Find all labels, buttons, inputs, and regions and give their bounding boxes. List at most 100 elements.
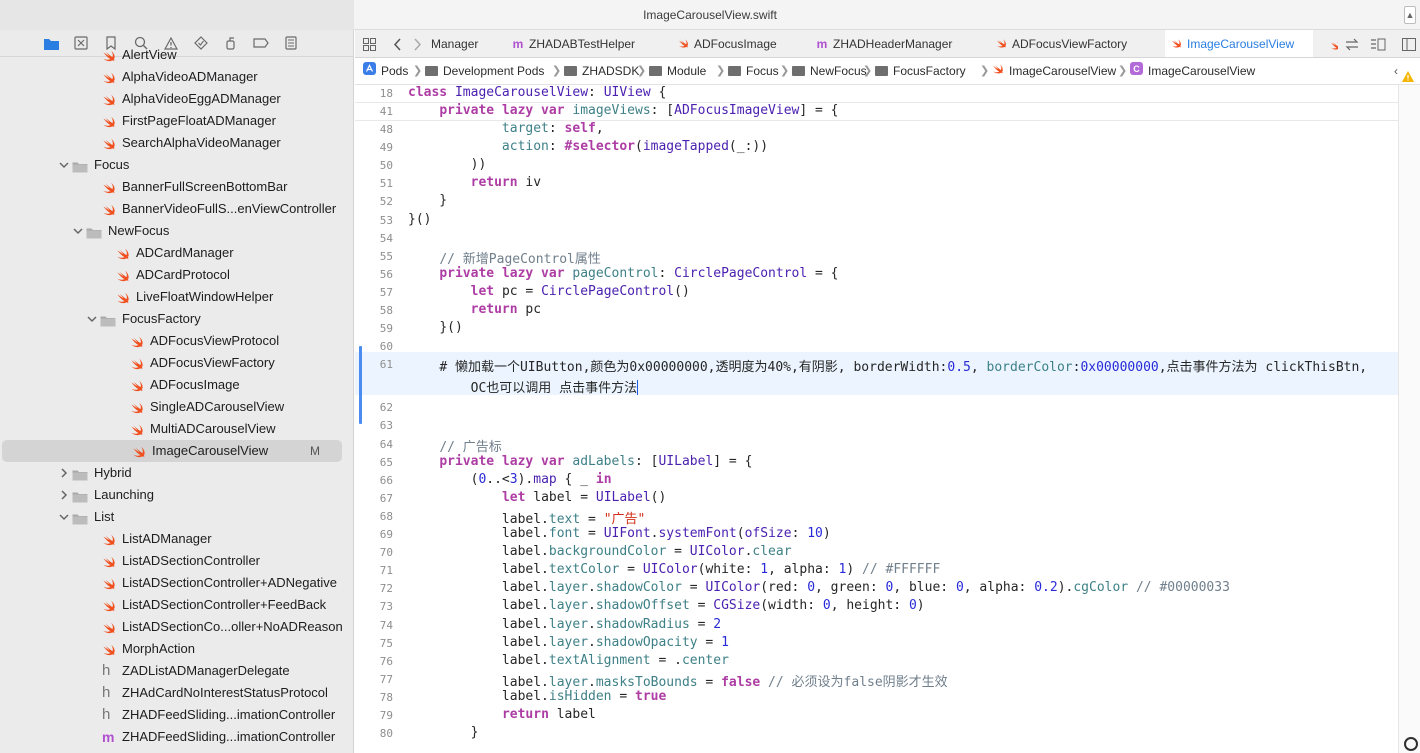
file-tree-row[interactable]: m ZHADFeedSliding...imationController: [0, 726, 353, 748]
back-chevron-icon[interactable]: [388, 35, 406, 53]
file-tree-label: ListADSectionController+ADNegative: [122, 575, 337, 590]
file-tree-row[interactable]: h ZADListADManagerDelegate: [0, 660, 353, 682]
breadcrumb-separator-icon: ❯: [780, 65, 790, 77]
file-tree-row[interactable]: ListADSectionCo...oller+NoADReason: [0, 616, 353, 638]
breadcrumb-item[interactable]: C ImageCarouselView: [1130, 58, 1255, 85]
code-token: label.: [439, 652, 549, 668]
file-tree-row[interactable]: BannerVideoFullS...enViewController: [0, 198, 353, 220]
chevron-right-icon[interactable]: [58, 462, 70, 484]
code-line: label.layer.shadowOffset = CGSize(width:…: [408, 598, 925, 613]
chevron-down-icon[interactable]: [72, 220, 84, 242]
file-tree-label: ADCardManager: [136, 245, 234, 260]
file-tree-row[interactable]: ADFocusViewProtocol: [0, 330, 353, 352]
breadcrumb-item[interactable]: ZHADSDK: [564, 58, 639, 85]
file-tree-row[interactable]: ListADSectionController+FeedBack: [0, 594, 353, 616]
file-tree-row[interactable]: LiveFloatWindowHelper: [0, 286, 353, 308]
editor-tab-label: ADFocusImage: [694, 37, 777, 51]
editor-tab[interactable]: ADFocusImage: [672, 30, 792, 57]
code-line: label.layer.shadowRadius = 2: [408, 617, 721, 632]
line-number: 54: [379, 231, 393, 245]
code-token: (_:)): [728, 139, 769, 155]
file-tree-row[interactable]: AlphaVideoADManager: [0, 66, 353, 88]
breadcrumb-item[interactable]: Focus: [728, 58, 779, 85]
file-tree-row[interactable]: SearchAlphaVideoManager: [0, 132, 353, 154]
file-tree-row[interactable]: Focus: [0, 154, 353, 176]
file-tree-row[interactable]: SingleADCarouselView: [0, 396, 353, 418]
chevron-right-icon[interactable]: [58, 484, 70, 506]
forward-chevron-icon[interactable]: [408, 35, 426, 53]
file-tree-label: FirstPageFloatADManager: [122, 113, 276, 128]
file-tree-row[interactable]: h ZHAdCardNoInterestStatusProtocol: [0, 682, 353, 704]
file-tree-row[interactable]: ImageCarouselView M: [2, 440, 342, 462]
editor-tab[interactable]: m ZHADHeaderManager: [811, 30, 966, 57]
breadcrumb-item[interactable]: NewFocus: [792, 58, 867, 85]
split-editor-icon[interactable]: [1400, 35, 1418, 53]
file-tree-row[interactable]: MultiADCarouselView: [0, 418, 353, 440]
file-tree-row[interactable]: ADFocusImage: [0, 374, 353, 396]
breadcrumb-item[interactable]: Module: [649, 58, 706, 85]
editor-tab[interactable]: m ZHADABTestHelper: [507, 30, 639, 57]
file-tree-row[interactable]: MorphAction: [0, 638, 353, 660]
code-token: CirclePageControl: [674, 265, 808, 281]
class-symbol-icon: C: [1130, 58, 1143, 85]
code-token: 0: [955, 580, 964, 596]
editor-tab-label: Manager: [431, 37, 479, 51]
chevron-down-icon[interactable]: [58, 506, 70, 528]
grid-icon[interactable]: [360, 35, 378, 53]
breadcrumb-item[interactable]: ImageCarouselView: [992, 58, 1116, 85]
partial-tab-swift-icon[interactable]: [1330, 38, 1338, 50]
file-tree-label: SearchAlphaVideoManager: [122, 135, 281, 150]
file-tree-row[interactable]: List: [0, 506, 353, 528]
warning-icon[interactable]: [1402, 65, 1414, 82]
code-token: 0x00000000: [1080, 360, 1159, 376]
file-tree-row[interactable]: ADCardManager: [0, 242, 353, 264]
file-tree-row[interactable]: ADFocusViewFactory: [0, 352, 353, 374]
swift-file-icon: [992, 58, 1004, 85]
line-number: 52: [379, 195, 393, 209]
file-tree-row[interactable]: ADCardProtocol: [0, 264, 353, 286]
code-token: UILabel: [658, 453, 714, 469]
file-tree-row[interactable]: Hybrid: [0, 462, 353, 484]
code-line-wrapped: OC也可以调用 点击事件方法: [408, 377, 639, 396]
file-tree-row[interactable]: ListADSectionController+ADNegative: [0, 572, 353, 594]
scroll-up-icon[interactable]: ▲: [1404, 6, 1416, 24]
breadcrumb-item[interactable]: FocusFactory: [875, 58, 966, 85]
code-token: let: [501, 489, 534, 505]
code-token: ).: [1057, 580, 1074, 596]
file-tree-label: AlphaVideoEggADManager: [122, 91, 281, 106]
file-tree-row[interactable]: AlphaVideoEggADManager: [0, 88, 353, 110]
line-number: 62: [379, 401, 393, 415]
file-tree-row[interactable]: NewFocus: [0, 220, 353, 242]
breadcrumb-item[interactable]: Development Pods: [425, 58, 544, 85]
code-token: =: [681, 580, 706, 596]
line-number: 73: [379, 600, 393, 614]
code-area[interactable]: 18 class ImageCarouselView: UIView {41 pr…: [355, 85, 1420, 753]
editor-tab[interactable]: ADFocusViewFactory: [990, 30, 1140, 57]
swap-arrows-icon[interactable]: [1343, 35, 1361, 53]
code-token: false: [721, 674, 761, 690]
file-tree-row[interactable]: ListADManager: [0, 528, 353, 550]
file-tree-row[interactable]: BannerFullScreenBottomBar: [0, 176, 353, 198]
line-number: 51: [379, 177, 393, 191]
editor-tab[interactable]: Manager: [427, 30, 497, 57]
file-tree-row[interactable]: AlertView: [0, 44, 353, 66]
previous-issue-chevron-icon[interactable]: ‹: [1394, 58, 1398, 85]
code-line: label.layer.masksToBounds = false // 必须设…: [408, 671, 948, 690]
chevron-down-icon[interactable]: [86, 308, 98, 330]
breadcrumb-label: Development Pods: [443, 64, 545, 78]
file-tree-row[interactable]: FirstPageFloatADManager: [0, 110, 353, 132]
chevron-down-icon[interactable]: [58, 154, 70, 176]
swift-file-icon: [102, 554, 116, 568]
file-tree-row[interactable]: ListADSectionController: [0, 550, 353, 572]
file-tree-row[interactable]: Launching: [0, 484, 353, 506]
code-token: =: [611, 688, 635, 704]
editor-tab[interactable]: ImageCarouselView: [1165, 30, 1313, 57]
file-tree-row[interactable]: h ZHADFeedSliding...imationController: [0, 704, 353, 726]
breadcrumb-item[interactable]: Pods: [363, 58, 408, 85]
file-tree-row[interactable]: FocusFactory: [0, 308, 353, 330]
file-tree-label: AlertView: [122, 47, 177, 62]
adjust-editor-icon[interactable]: [1369, 35, 1387, 53]
